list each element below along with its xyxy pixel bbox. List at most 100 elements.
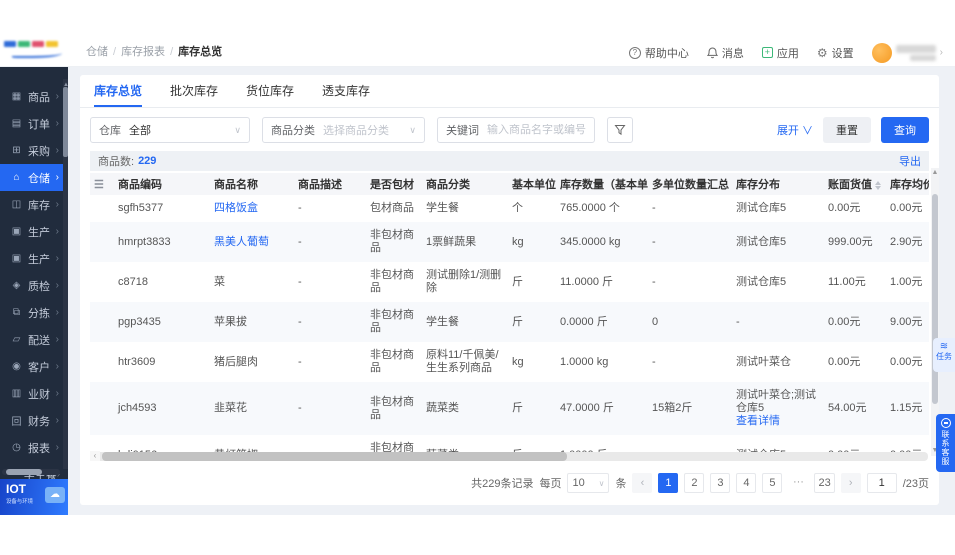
cell-code: pgp3435 <box>118 315 161 328</box>
sidebar-item-business-finance[interactable]: ▥ 业财 › <box>0 380 63 407</box>
scroll-left-icon[interactable]: ‹ <box>90 451 100 461</box>
chevron-right-icon: › <box>55 361 59 372</box>
table-vertical-scrollbar[interactable]: ▲ ▼ <box>931 168 939 456</box>
sort-icon[interactable] <box>875 180 881 190</box>
cell-qty: 1.0000 kg <box>560 355 609 368</box>
cell-category: 蔬菜类 <box>426 402 459 414</box>
task-stack-icon: ≋ <box>939 341 949 352</box>
category-select[interactable]: 商品分类 选择商品分类 ∨ <box>262 117 425 143</box>
settings-button[interactable]: ⚙ 设置 <box>817 45 854 61</box>
scroll-up-icon[interactable]: ▲ <box>931 168 939 178</box>
sidebar-item-purchase[interactable]: ⊞ 采购 › <box>0 137 63 164</box>
page-size-select[interactable]: 10 ∨ <box>567 473 610 493</box>
bell-icon <box>706 46 718 58</box>
cell-name: 菜 <box>214 275 225 288</box>
view-details-link[interactable]: 查看详情 <box>736 415 820 428</box>
sidebar-item-orders[interactable]: ▤ 订单 › <box>0 110 63 137</box>
advanced-filter-button[interactable] <box>607 117 633 143</box>
sorting-icon: ⧉ <box>12 307 21 318</box>
messages-button[interactable]: 消息 <box>706 45 744 61</box>
gear-icon: ⚙ <box>816 45 828 60</box>
next-page-button[interactable]: › <box>840 473 861 493</box>
cell-multi-unit: - <box>652 202 656 214</box>
pagination: 共229条记录 每页 10∨ 条 ‹ 12345···23 › /23页 <box>471 473 929 493</box>
cell-multi-unit: - <box>652 235 656 248</box>
chevron-down-icon: ∨ <box>598 478 605 488</box>
tab-1[interactable]: 库存总览 <box>94 75 143 107</box>
sidebar-item-production[interactable]: ▣ 生产 › <box>0 218 63 245</box>
purchase-icon: ⊞ <box>12 145 21 156</box>
help-center-button[interactable]: ? 帮助中心 <box>628 45 689 61</box>
cell-multi-unit: 15箱2斤 <box>652 402 693 414</box>
sidebar-item-warehouse[interactable]: ⌂ 仓储 › <box>0 164 63 191</box>
cell-qty: 0.0000 斤 <box>560 315 608 328</box>
apps-button[interactable]: + 应用 <box>761 45 799 61</box>
product-name-link[interactable]: 黑美人葡萄 <box>214 236 269 248</box>
chevron-right-icon: › <box>55 388 59 399</box>
cell-category: 学生餐 <box>426 202 459 214</box>
cell-desc: - <box>298 355 302 368</box>
cell-distribution: - <box>736 315 740 328</box>
sidebar-item-sorting[interactable]: ⧉ 分拣 › <box>0 299 63 326</box>
sidebar-item-delivery[interactable]: ▱ 配送 › <box>0 326 63 353</box>
page-button-1[interactable]: 1 <box>658 473 679 493</box>
cell-distribution: 测试仓库5 <box>736 235 787 248</box>
page-button-5[interactable]: 5 <box>762 473 783 493</box>
page-button-4[interactable]: 4 <box>736 473 757 493</box>
tab-3[interactable]: 货位库存 <box>246 75 294 107</box>
sidebar-item-goods[interactable]: ▦ 商品 › <box>0 83 63 110</box>
iot-banner[interactable]: IOT 设备与环境 ☁ <box>0 479 68 515</box>
col-packing: 是否包材 <box>366 173 422 195</box>
sidebar-item-production2[interactable]: ▣ 生产 › <box>0 245 63 272</box>
main-content: 库存总览 批次库存 货位库存 透支库存 仓库 全部 ∨ 商品分类 选择商品分类 ∨ 关… <box>68 67 955 515</box>
cell-code: hmrpt3833 <box>118 235 171 248</box>
sidebar-vertical-scrollbar[interactable]: ▲ <box>63 79 69 469</box>
page-button-23[interactable]: 23 <box>814 473 835 493</box>
inventory-card: 库存总览 批次库存 货位库存 透支库存 仓库 全部 ∨ 商品分类 选择商品分类 ∨ 关… <box>80 75 939 505</box>
sidebar-menu: ▦ 商品 › ▤ 订单 › ⊞ 采购 › ⌂ 仓储 › ◫ 库存 › ▣ 生产 › ▣ 生产 › ◈ 质检 › ⧉ 分拣 › ▱ 配送 ›… <box>0 83 63 488</box>
expand-link[interactable]: 展开 ∨ <box>777 122 813 138</box>
cell-book-value: 54.00元 <box>828 402 867 414</box>
search-button[interactable]: 查询 <box>881 117 929 143</box>
cell-book-value: 0.00元 <box>828 202 861 214</box>
keyword-input[interactable] <box>487 124 586 136</box>
cell-qty: 345.0000 kg <box>560 235 621 248</box>
col-name: 商品名称 <box>210 173 294 195</box>
tab-bar: 库存总览 批次库存 货位库存 透支库存 <box>80 75 939 108</box>
user-menu[interactable]: › <box>871 42 943 63</box>
cell-book-value: 0.00元 <box>828 355 861 368</box>
cell-name: 苹果拔 <box>214 315 247 328</box>
cell-code: sgfh5377 <box>118 202 164 214</box>
reset-button[interactable]: 重置 <box>823 117 871 143</box>
breadcrumb-level2[interactable]: 库存报表 <box>121 46 165 58</box>
page-button-3[interactable]: 3 <box>710 473 731 493</box>
sidebar-item-reports[interactable]: ◷ 报表 › <box>0 434 63 461</box>
iot-device-icon: ☁ <box>45 487 65 503</box>
contact-support-button[interactable]: 联系客服 <box>936 414 955 472</box>
cell-qty: 765.0000 个 <box>560 202 620 214</box>
table-horizontal-scrollbar[interactable]: ‹ <box>90 451 928 461</box>
cell-avg-price: 9.00元 <box>890 315 923 328</box>
tab-4[interactable]: 透支库存 <box>322 75 370 107</box>
cell-category: 学生餐 <box>426 315 459 328</box>
column-settings-icon[interactable]: ☰ <box>94 179 104 191</box>
col-desc: 商品描述 <box>294 173 366 195</box>
breadcrumb-level1[interactable]: 仓储 <box>86 46 108 58</box>
page-jump-input[interactable] <box>866 473 897 493</box>
cell-desc: - <box>298 275 302 288</box>
sidebar-item-inventory[interactable]: ◫ 库存 › <box>0 191 63 218</box>
page-button-2[interactable]: 2 <box>684 473 705 493</box>
sidebar-item-customer[interactable]: ◉ 客户 › <box>0 353 63 380</box>
cell-avg-price: 0.00元 <box>890 202 923 214</box>
sidebar-item-quality-check[interactable]: ◈ 质检 › <box>0 272 63 299</box>
sidebar-horizontal-scrollbar[interactable] <box>2 469 60 475</box>
prev-page-button[interactable]: ‹ <box>632 473 653 493</box>
export-button[interactable]: 导出 <box>899 153 921 169</box>
sidebar-item-finance[interactable]: 回财务 › <box>0 407 63 434</box>
warehouse-select[interactable]: 仓库 全部 ∨ <box>90 117 250 143</box>
tab-2[interactable]: 批次库存 <box>170 75 218 107</box>
task-panel-button[interactable]: ≋ 任务 <box>933 338 955 372</box>
product-name-link[interactable]: 四格饭盒 <box>214 202 258 214</box>
chevron-right-icon: › <box>55 415 59 426</box>
chevron-right-icon: › <box>55 199 59 210</box>
